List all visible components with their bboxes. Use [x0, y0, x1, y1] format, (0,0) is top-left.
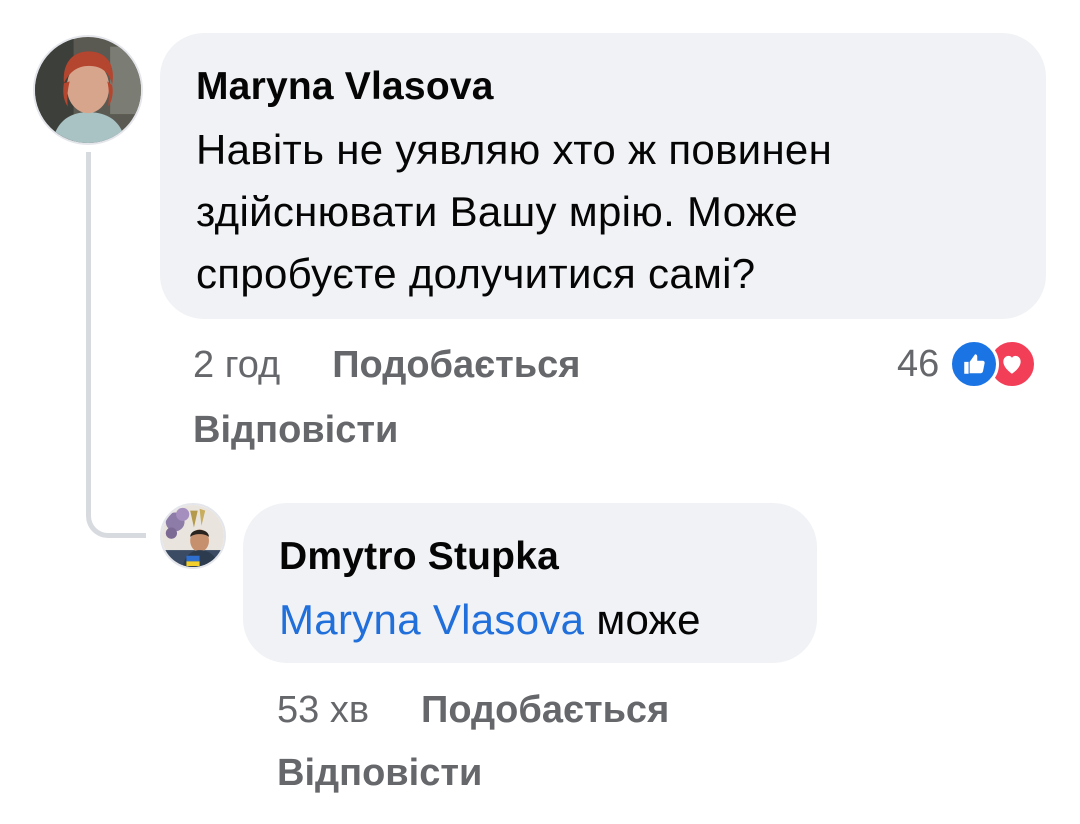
reply-actions: 53 хв Подобається	[277, 687, 669, 733]
comment-thread: Maryna Vlasova Навіть не уявляю хто ж по…	[0, 0, 1080, 824]
reply-button[interactable]: Відповісти	[193, 409, 398, 451]
reply-author[interactable]: Dmytro Stupka	[279, 533, 779, 581]
comment-text-line: спробуєте долучитися самі?	[196, 250, 756, 297]
like-button[interactable]: Подобається	[421, 689, 669, 731]
like-icon	[949, 339, 1000, 389]
avatar-photo	[162, 505, 224, 567]
reply-text-body: може	[584, 596, 701, 643]
avatar-dmytro-stupka[interactable]	[160, 503, 226, 569]
avatar-photo	[35, 37, 141, 143]
thread-connector	[86, 152, 146, 538]
comment-text-line: Навіть не уявляю хто ж повинен	[196, 126, 833, 173]
reply-timestamp[interactable]: 53 хв	[277, 689, 369, 731]
comment-text-line: здійснювати Вашу мрію. Може	[196, 188, 799, 235]
reaction-count: 46	[897, 343, 940, 385]
comment-author[interactable]: Maryna Vlasova	[196, 63, 1006, 111]
comment-bubble: Maryna Vlasova Навіть не уявляю хто ж по…	[160, 33, 1046, 319]
reply-bubble: Dmytro Stupka Maryna Vlasova може	[243, 503, 817, 663]
mention-link[interactable]: Maryna Vlasova	[279, 596, 584, 643]
reactions-summary[interactable]: 46	[897, 339, 1038, 389]
comment-reply-row: Відповісти	[193, 407, 398, 453]
like-button[interactable]: Подобається	[332, 344, 580, 386]
comment-timestamp[interactable]: 2 год	[193, 344, 280, 386]
comment-text: Навіть не уявляю хто ж повинен здійснюва…	[196, 119, 1006, 305]
avatar-maryna-vlasova[interactable]	[33, 35, 143, 145]
reply-text: Maryna Vlasova може	[279, 589, 779, 651]
reply-button[interactable]: Відповісти	[277, 752, 482, 794]
reply-reply-row: Відповісти	[277, 750, 482, 796]
comment-actions: 2 год Подобається	[193, 342, 580, 388]
